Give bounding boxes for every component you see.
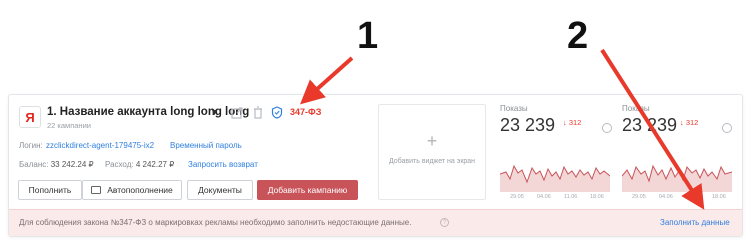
arrow-1 bbox=[300, 56, 354, 105]
arrow-2 bbox=[600, 48, 705, 210]
callout-number-2: 2 bbox=[567, 15, 589, 57]
screenshot-stage: Я 1. Название аккаунта long long long ▼ … bbox=[0, 0, 750, 240]
callout-number-1: 1 bbox=[357, 15, 379, 57]
